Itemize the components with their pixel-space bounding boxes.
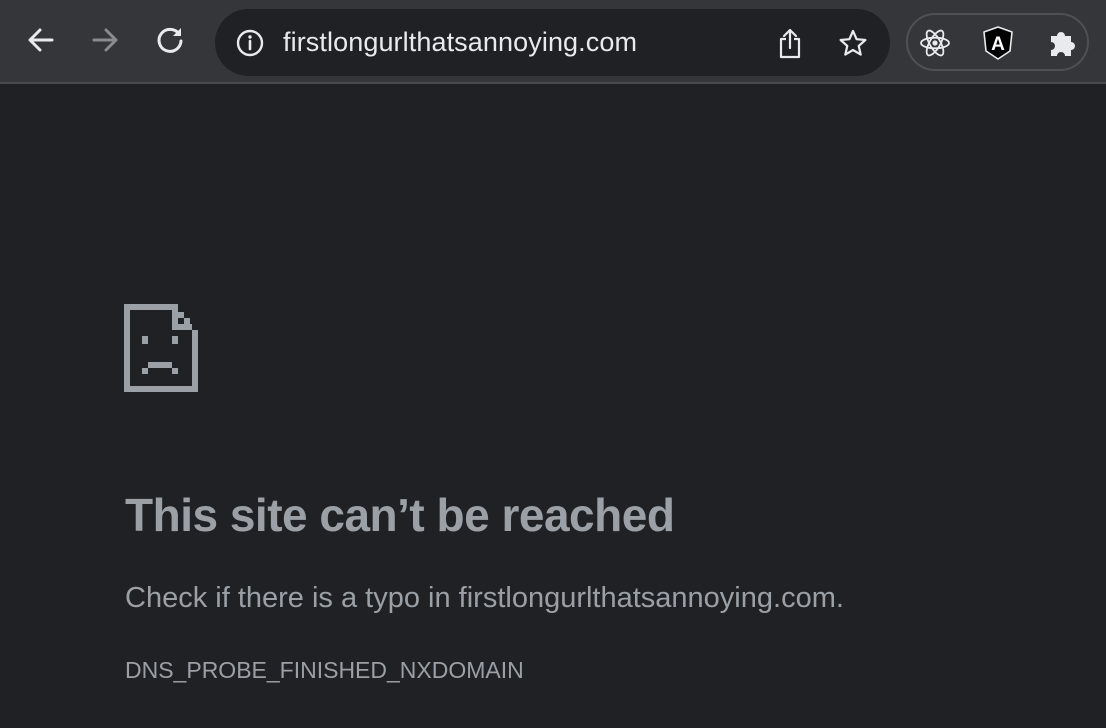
error-title: This site can’t be reached (125, 489, 675, 541)
extensions-group: A (906, 13, 1089, 71)
puzzle-icon[interactable] (1045, 26, 1079, 60)
reload-icon (155, 25, 185, 60)
info-icon[interactable] (235, 28, 265, 58)
share-icon[interactable] (773, 25, 807, 61)
sad-document-icon (124, 304, 198, 392)
error-code: DNS_PROBE_FINISHED_NXDOMAIN (125, 657, 524, 683)
browser-toolbar: firstlongurlthatsannoying.com A (0, 0, 1106, 84)
forward-button[interactable] (85, 22, 125, 62)
address-bar[interactable]: firstlongurlthatsannoying.com (215, 9, 890, 76)
angular-devtools-icon[interactable]: A (981, 26, 1015, 60)
star-icon[interactable] (835, 25, 871, 61)
react-devtools-icon[interactable] (918, 26, 952, 60)
arrow-left-icon (27, 26, 55, 59)
error-page: This site can’t be reached Check if ther… (0, 86, 1106, 728)
arrow-right-icon (91, 26, 119, 59)
back-button[interactable] (21, 22, 61, 62)
reload-button[interactable] (150, 22, 190, 62)
angular-letter: A (991, 34, 1005, 55)
address-bar-url[interactable]: firstlongurlthatsannoying.com (283, 26, 637, 59)
error-message: Check if there is a typo in firstlongurl… (125, 582, 844, 614)
